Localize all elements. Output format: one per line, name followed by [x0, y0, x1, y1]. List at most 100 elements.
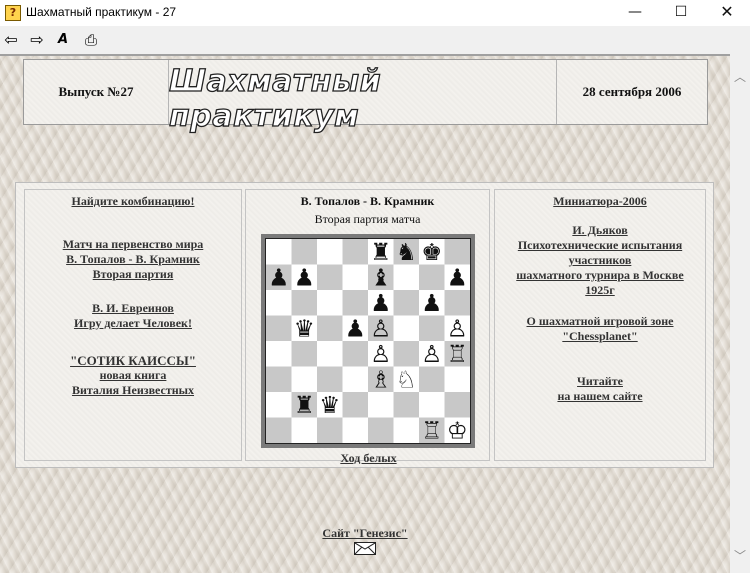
- black-pawn-icon[interactable]: ♟: [421, 289, 442, 317]
- board-square[interactable]: [291, 366, 318, 393]
- board-square[interactable]: [266, 417, 292, 444]
- board-square[interactable]: [317, 315, 343, 342]
- black-queen-icon[interactable]: ♛: [319, 391, 340, 419]
- dyakov-link-line[interactable]: Психотехнические испытания: [495, 238, 705, 253]
- black-knight-icon[interactable]: ♞: [396, 239, 417, 266]
- black-pawn-icon[interactable]: ♟: [447, 263, 468, 291]
- book-link-line[interactable]: Виталия Неизвестных: [25, 383, 241, 398]
- board-square[interactable]: [342, 341, 369, 367]
- board-square[interactable]: [444, 366, 471, 393]
- dyakov-link-line[interactable]: шахматного турнира в Москве: [495, 268, 705, 283]
- book-link-line[interactable]: "СОТИК КАИССЫ": [25, 353, 241, 368]
- close-button[interactable]: ✕: [704, 0, 750, 26]
- board-square[interactable]: [291, 341, 318, 367]
- board-square[interactable]: [393, 264, 420, 291]
- envelope-icon[interactable]: [354, 542, 376, 555]
- board-square[interactable]: [291, 290, 318, 316]
- board-square[interactable]: [444, 290, 471, 316]
- white-king-icon[interactable]: ♔: [447, 416, 468, 443]
- font-size-icon[interactable]: A: [52, 29, 74, 51]
- board-square[interactable]: [266, 290, 292, 316]
- board-square[interactable]: [317, 366, 343, 393]
- board-square[interactable]: [266, 366, 292, 393]
- white-pawn-icon[interactable]: ♙: [421, 340, 442, 368]
- board-square[interactable]: [393, 417, 420, 444]
- back-arrow-icon[interactable]: ⇦: [0, 29, 22, 51]
- book-link-line[interactable]: новая книга: [25, 368, 241, 383]
- board-square[interactable]: [419, 264, 445, 291]
- match-link-line[interactable]: Матч на первенство мира: [25, 237, 241, 252]
- board-square[interactable]: [266, 239, 292, 265]
- board-square[interactable]: [444, 392, 471, 418]
- board-square[interactable]: [266, 341, 292, 367]
- dyakov-link-line[interactable]: И. Дьяков: [495, 223, 705, 238]
- board-square[interactable]: [419, 392, 445, 418]
- read-link-line[interactable]: на нашем сайте: [495, 389, 705, 404]
- white-rook-icon[interactable]: ♖: [447, 340, 468, 368]
- board-square[interactable]: [393, 315, 420, 342]
- white-pawn-icon[interactable]: ♙: [447, 314, 468, 342]
- board-square[interactable]: [419, 315, 445, 342]
- board-square[interactable]: [393, 392, 420, 418]
- miniature-link[interactable]: Миниатюра-2006: [495, 194, 705, 209]
- white-rook-icon[interactable]: ♖: [421, 416, 442, 443]
- match-link-group[interactable]: Матч на первенство мира В. Топалов - В. …: [25, 237, 241, 282]
- minimize-button[interactable]: —: [612, 0, 658, 26]
- print-icon[interactable]: ⎙: [80, 29, 102, 51]
- forward-arrow-icon[interactable]: ⇨: [26, 29, 48, 51]
- white-bishop-icon[interactable]: ♗: [370, 365, 391, 393]
- board-square[interactable]: [291, 417, 318, 444]
- black-pawn-icon[interactable]: ♟: [268, 263, 289, 291]
- board-square[interactable]: [266, 315, 292, 342]
- dyakov-link-group[interactable]: И. Дьяков Психотехнические испытания уча…: [495, 223, 705, 298]
- board-square[interactable]: [317, 264, 343, 291]
- vertical-scrollbar[interactable]: ︿ ﹀: [730, 54, 750, 573]
- scroll-up-icon[interactable]: ︿: [730, 68, 750, 86]
- board-square[interactable]: [368, 417, 394, 444]
- board-square[interactable]: [342, 366, 369, 393]
- board-square[interactable]: [393, 290, 420, 316]
- match-link-line[interactable]: Вторая партия: [25, 267, 241, 282]
- black-rook-icon[interactable]: ♜: [294, 391, 315, 419]
- black-bishop-icon[interactable]: ♝: [370, 263, 391, 291]
- black-pawn-icon[interactable]: ♟: [345, 314, 366, 342]
- find-combination-link[interactable]: Найдите комбинацию!: [25, 194, 241, 209]
- white-pawn-icon[interactable]: ♙: [370, 314, 391, 342]
- black-king-icon[interactable]: ♚: [421, 239, 442, 266]
- white-to-move-link[interactable]: Ход белых: [246, 451, 491, 466]
- board-square[interactable]: [291, 239, 318, 265]
- board-square[interactable]: [317, 290, 343, 316]
- evreinov-link-line[interactable]: В. И. Евреинов: [25, 301, 241, 316]
- chessplanet-link-group[interactable]: О шахматной игровой зоне "Chessplanet": [495, 314, 705, 344]
- black-pawn-icon[interactable]: ♟: [370, 289, 391, 317]
- read-link-line[interactable]: Читайте: [495, 374, 705, 389]
- black-rook-icon[interactable]: ♜: [370, 239, 391, 266]
- board-square[interactable]: [317, 239, 343, 265]
- board-square[interactable]: [342, 290, 369, 316]
- board-square[interactable]: [444, 239, 471, 265]
- match-link-line[interactable]: В. Топалов - В. Крамник: [25, 252, 241, 267]
- dyakov-link-line[interactable]: участников: [495, 253, 705, 268]
- white-knight-icon[interactable]: ♘: [396, 365, 417, 393]
- black-queen-icon[interactable]: ♛: [294, 314, 315, 342]
- board-square[interactable]: [317, 417, 343, 444]
- evreinov-link-group[interactable]: В. И. Евреинов Игру делает Человек!: [25, 301, 241, 331]
- book-link-group[interactable]: "СОТИК КАИССЫ" новая книга Виталия Неизв…: [25, 353, 241, 398]
- black-pawn-icon[interactable]: ♟: [294, 263, 315, 291]
- board-square[interactable]: [393, 341, 420, 367]
- genesis-site-link[interactable]: Сайт "Генезис": [300, 526, 430, 541]
- board-square[interactable]: [266, 392, 292, 418]
- read-link-group[interactable]: Читайте на нашем сайте: [495, 374, 705, 404]
- maximize-button[interactable]: ☐: [658, 0, 704, 26]
- chessplanet-link-line[interactable]: О шахматной игровой зоне: [495, 314, 705, 329]
- board-square[interactable]: [342, 417, 369, 444]
- board-square[interactable]: [368, 392, 394, 418]
- chess-board-svg[interactable]: ♜ ♞ ♚♟ ♟ ♝ ♟♟ ♟♛ ♟ ♙ ♙♙ ♙ ♖♗ ♘♜ ♛♖ ♔: [266, 239, 470, 443]
- board-square[interactable]: [317, 341, 343, 367]
- board-square[interactable]: [419, 366, 445, 393]
- board-square[interactable]: [342, 239, 369, 265]
- chessplanet-link-line[interactable]: "Chessplanet": [495, 329, 705, 344]
- dyakov-link-line[interactable]: 1925г: [495, 283, 705, 298]
- board-square[interactable]: [342, 392, 369, 418]
- evreinov-link-line[interactable]: Игру делает Человек!: [25, 316, 241, 331]
